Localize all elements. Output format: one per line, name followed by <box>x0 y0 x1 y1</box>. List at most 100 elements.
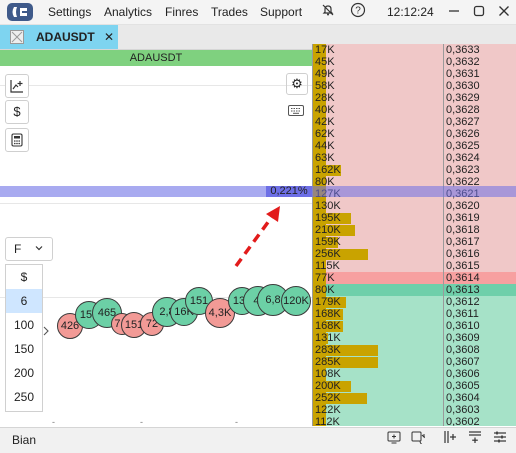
dom-row[interactable]: 122K 0,3603 <box>312 404 516 416</box>
dom-row[interactable]: 256K 0,3616 <box>312 248 516 260</box>
dom-price: 0,3617 <box>446 236 480 248</box>
dom-volume: 168K <box>315 308 341 320</box>
order-book-ladder[interactable]: 112K 0,3602 122K 0,3603 252K 0,3604 200K 0,3605… <box>312 44 516 426</box>
menu-finres[interactable]: Finres <box>165 0 198 24</box>
size-filter-list: $ 6 100 150 200 250 <box>5 264 43 412</box>
dom-row[interactable]: 179K 0,3612 <box>312 296 516 308</box>
dom-price: 0,3618 <box>446 224 480 236</box>
size-option-selected[interactable]: 6 <box>6 289 42 313</box>
add-row-icon[interactable] <box>465 430 485 450</box>
dom-price: 0,3629 <box>446 92 480 104</box>
dom-row[interactable]: 62K 0,3626 <box>312 128 516 140</box>
add-indicator-button[interactable] <box>5 74 29 98</box>
dom-row[interactable]: 252K 0,3604 <box>312 392 516 404</box>
dom-row[interactable]: 58K 0,3630 <box>312 80 516 92</box>
add-chart-icon[interactable] <box>384 430 404 450</box>
dom-price: 0,3614 <box>446 272 480 284</box>
chevron-right-icon[interactable] <box>43 326 49 339</box>
menu-analytics[interactable]: Analytics <box>104 0 152 24</box>
keyboard-icon[interactable] <box>287 105 305 117</box>
dom-row[interactable]: 130K 0,3620 <box>312 200 516 212</box>
dom-volume: 44K <box>315 140 335 152</box>
size-option-dollar[interactable]: $ <box>6 265 42 289</box>
menu-support[interactable]: Support <box>260 0 302 24</box>
dom-price: 0,3606 <box>446 368 480 380</box>
dom-row[interactable]: 63K 0,3624 <box>312 152 516 164</box>
dom-volume: 252K <box>315 392 341 404</box>
axis-tick: - <box>140 417 143 426</box>
dom-row[interactable]: 28K 0,3629 <box>312 92 516 104</box>
refresh-window-icon[interactable] <box>408 430 429 450</box>
tab-adausdt[interactable]: ADAUSDT ✕ <box>0 25 118 49</box>
dom-row[interactable]: 162K 0,3623 <box>312 164 516 176</box>
dom-price: 0,3605 <box>446 380 480 392</box>
app-logo-icon[interactable] <box>7 3 33 21</box>
dom-row[interactable]: 49K 0,3631 <box>312 68 516 80</box>
dom-row[interactable]: 45K 0,3632 <box>312 56 516 68</box>
mute-icon[interactable] <box>318 2 338 22</box>
divider <box>443 44 444 426</box>
dom-price: 0,3632 <box>446 56 480 68</box>
dom-row[interactable]: 112K 0,3602 <box>312 416 516 426</box>
add-column-icon[interactable] <box>440 430 460 450</box>
filter-select[interactable]: F <box>5 237 53 261</box>
dom-row[interactable]: 159K 0,3617 <box>312 236 516 248</box>
menu-settings[interactable]: Settings <box>48 0 91 24</box>
clock: 12:12:24 <box>387 5 434 19</box>
dom-price: 0,3624 <box>446 152 480 164</box>
close-icon[interactable] <box>494 2 514 22</box>
dom-row[interactable]: 108K 0,3606 <box>312 368 516 380</box>
dom-row[interactable]: 200K 0,3605 <box>312 380 516 392</box>
dom-volume: 115K <box>315 260 340 272</box>
trade-bubble[interactable]: 120K <box>281 286 311 316</box>
dom-row[interactable]: 17K 0,3633 <box>312 44 516 56</box>
menu-trades[interactable]: Trades <box>211 0 248 24</box>
instrument-icon <box>10 30 24 44</box>
chart-header: ADAUSDT <box>0 50 312 66</box>
dom-row[interactable]: 40K 0,3628 <box>312 104 516 116</box>
dom-price: 0,3608 <box>446 344 480 356</box>
dom-price: 0,3607 <box>446 356 480 368</box>
dom-row[interactable]: 131K 0,3609 <box>312 332 516 344</box>
size-option[interactable]: 250 <box>6 385 42 409</box>
dom-price: 0,3615 <box>446 260 480 272</box>
dom-row[interactable]: 283K 0,3608 <box>312 344 516 356</box>
dom-row[interactable]: 210K 0,3618 <box>312 224 516 236</box>
dom-volume: 159K <box>315 236 341 248</box>
dom-price: 0,3610 <box>446 320 480 332</box>
tab-close-icon[interactable]: ✕ <box>104 25 114 49</box>
dom-price: 0,3603 <box>446 404 480 416</box>
dom-row[interactable]: 80K 0,3613 <box>312 284 516 296</box>
size-option[interactable]: 100 <box>6 313 42 337</box>
dom-volume: 62K <box>315 128 335 140</box>
exchange-label[interactable]: Bian <box>12 428 36 453</box>
dom-price: 0,3609 <box>446 332 480 344</box>
settings-list-icon[interactable] <box>490 430 510 450</box>
dom-price: 0,3619 <box>446 212 480 224</box>
dom-volume: 162K <box>315 164 341 176</box>
dom-row[interactable]: 115K 0,3615 <box>312 260 516 272</box>
gear-icon[interactable]: ⚙ <box>286 73 308 95</box>
dom-row[interactable]: 168K 0,3610 <box>312 320 516 332</box>
dom-price: 0,3613 <box>446 284 480 296</box>
calculator-button[interactable] <box>5 128 29 152</box>
dom-row[interactable]: 44K 0,3625 <box>312 140 516 152</box>
dom-volume: 131K <box>315 332 341 344</box>
help-icon[interactable]: ? <box>348 2 368 22</box>
filter-value: F <box>14 242 22 256</box>
dom-volume: 42K <box>315 116 335 128</box>
minimize-icon[interactable] <box>444 2 464 22</box>
cluster-chart[interactable]: ADAUSDT 0,221% $ ⚙ F $ 6 100 150 200 250… <box>0 50 312 426</box>
dom-row[interactable]: 77K 0,3614 <box>312 272 516 284</box>
size-option[interactable]: 200 <box>6 361 42 385</box>
dom-row[interactable]: 285K 0,3607 <box>312 356 516 368</box>
dollar-button[interactable]: $ <box>5 100 29 124</box>
dom-row[interactable]: 42K 0,3627 <box>312 116 516 128</box>
size-option[interactable]: 150 <box>6 337 42 361</box>
maximize-icon[interactable] <box>469 2 489 22</box>
dom-row[interactable]: 195K 0,3619 <box>312 212 516 224</box>
divider <box>312 44 313 426</box>
annotation-arrow-icon <box>234 206 280 268</box>
dom-volume: 210K <box>315 224 341 236</box>
dom-row[interactable]: 168K 0,3611 <box>312 308 516 320</box>
